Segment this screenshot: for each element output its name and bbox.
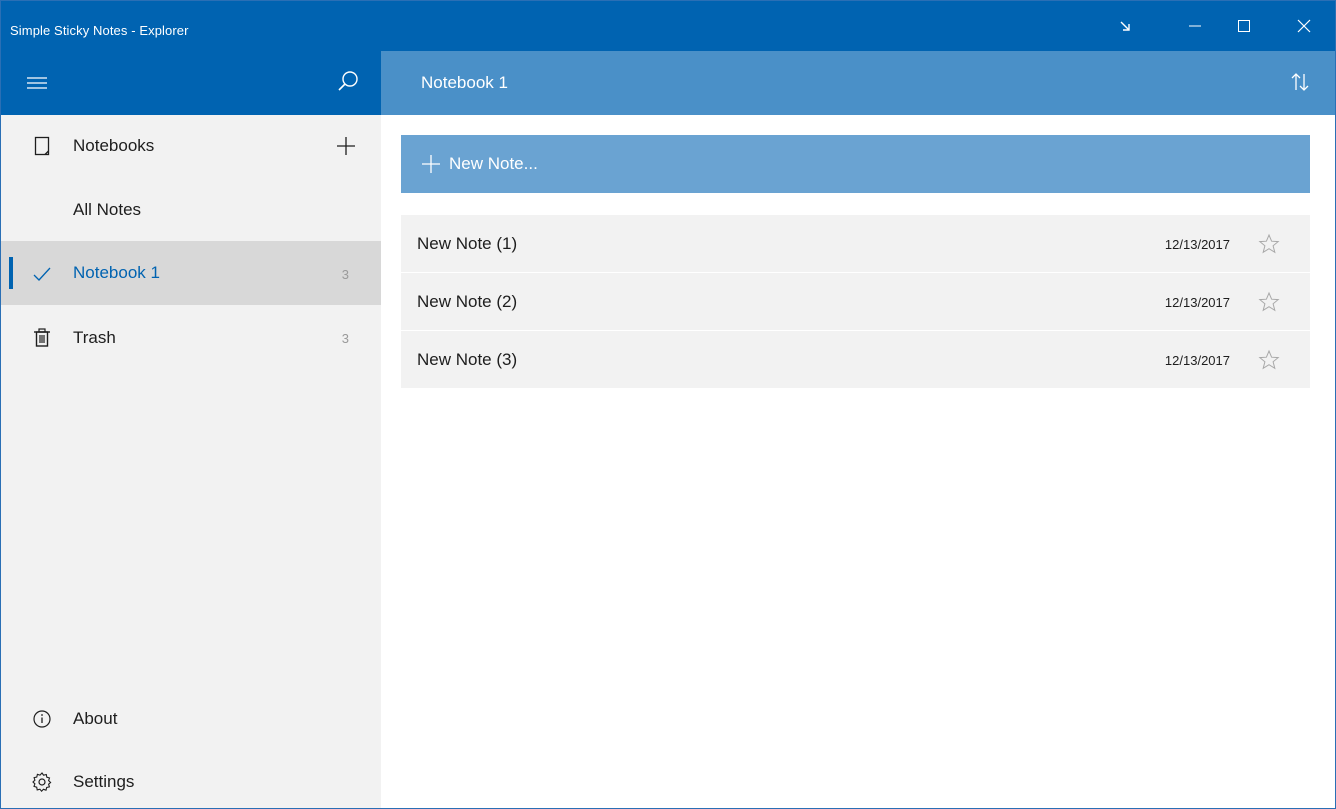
sidebar-item-settings[interactable]: Settings — [1, 751, 381, 808]
note-row[interactable]: New Note (2) 12/13/2017 — [401, 273, 1310, 331]
sidebar-item-all-notes[interactable]: All Notes — [1, 179, 381, 241]
sidebar-item-trash[interactable]: Trash 3 — [1, 307, 381, 369]
minimize-button[interactable] — [1172, 1, 1218, 51]
minimize-icon — [1189, 25, 1201, 27]
sidebar-item-notebooks[interactable]: Notebooks — [1, 115, 381, 177]
close-button[interactable] — [1281, 1, 1327, 51]
sidebar-item-label: Settings — [73, 772, 135, 791]
sidebar-item-label: About — [73, 709, 118, 728]
title-bar: Simple Sticky Notes - Explorer — [1, 1, 1335, 51]
add-notebook-button[interactable] — [335, 135, 357, 157]
sidebar-item-about[interactable]: About — [1, 688, 381, 750]
sidebar-item-label: Notebooks — [73, 136, 155, 155]
checkmark-icon — [33, 267, 51, 281]
note-title: New Note (3) — [417, 350, 518, 369]
note-date: 12/13/2017 — [1164, 295, 1230, 310]
sidebar-header — [1, 51, 381, 115]
sidebar-item-label: All Notes — [73, 200, 142, 219]
new-note-button[interactable]: New Note... — [401, 135, 1310, 193]
star-icon[interactable] — [1258, 291, 1280, 313]
selection-indicator — [9, 257, 13, 289]
close-icon — [1297, 19, 1311, 33]
trash-icon — [34, 328, 50, 347]
notebook-icon — [34, 136, 50, 156]
app-window: Simple Sticky Notes - Explorer Notebook … — [0, 0, 1336, 809]
info-icon — [33, 710, 51, 728]
maximize-button[interactable] — [1221, 1, 1267, 51]
compact-overlay-button[interactable] — [1102, 1, 1148, 51]
sidebar-item-notebook-1[interactable]: Notebook 1 3 — [1, 241, 381, 305]
note-date: 12/13/2017 — [1164, 353, 1230, 368]
note-count-badge: 3 — [341, 267, 349, 282]
note-count-badge: 3 — [341, 331, 349, 346]
note-title: New Note (1) — [417, 234, 518, 253]
plus-icon — [422, 155, 440, 173]
note-title: New Note (2) — [417, 292, 518, 311]
window-title: Simple Sticky Notes - Explorer — [10, 23, 189, 38]
hamburger-menu-icon[interactable] — [27, 74, 47, 92]
search-icon[interactable] — [335, 69, 361, 95]
gear-icon — [32, 772, 52, 793]
sort-icon[interactable] — [1291, 71, 1309, 93]
star-icon[interactable] — [1258, 349, 1280, 371]
sidebar: Notebooks All Notes Notebook 1 3 Trash 3… — [1, 115, 381, 808]
note-row[interactable]: New Note (1) 12/13/2017 — [401, 215, 1310, 273]
sidebar-item-label: Notebook 1 — [73, 263, 160, 282]
note-row[interactable]: New Note (3) 12/13/2017 — [401, 331, 1310, 389]
page-title: Notebook 1 — [421, 73, 508, 92]
arrow-down-right-icon — [1120, 21, 1130, 31]
new-note-label: New Note... — [449, 154, 538, 173]
note-list: New Note (1) 12/13/2017 New Note (2) 12/… — [401, 215, 1310, 389]
main-header: Notebook 1 — [381, 51, 1335, 115]
star-icon[interactable] — [1258, 233, 1280, 255]
note-date: 12/13/2017 — [1164, 237, 1230, 252]
sidebar-item-label: Trash — [73, 328, 116, 347]
maximize-icon — [1238, 20, 1250, 32]
